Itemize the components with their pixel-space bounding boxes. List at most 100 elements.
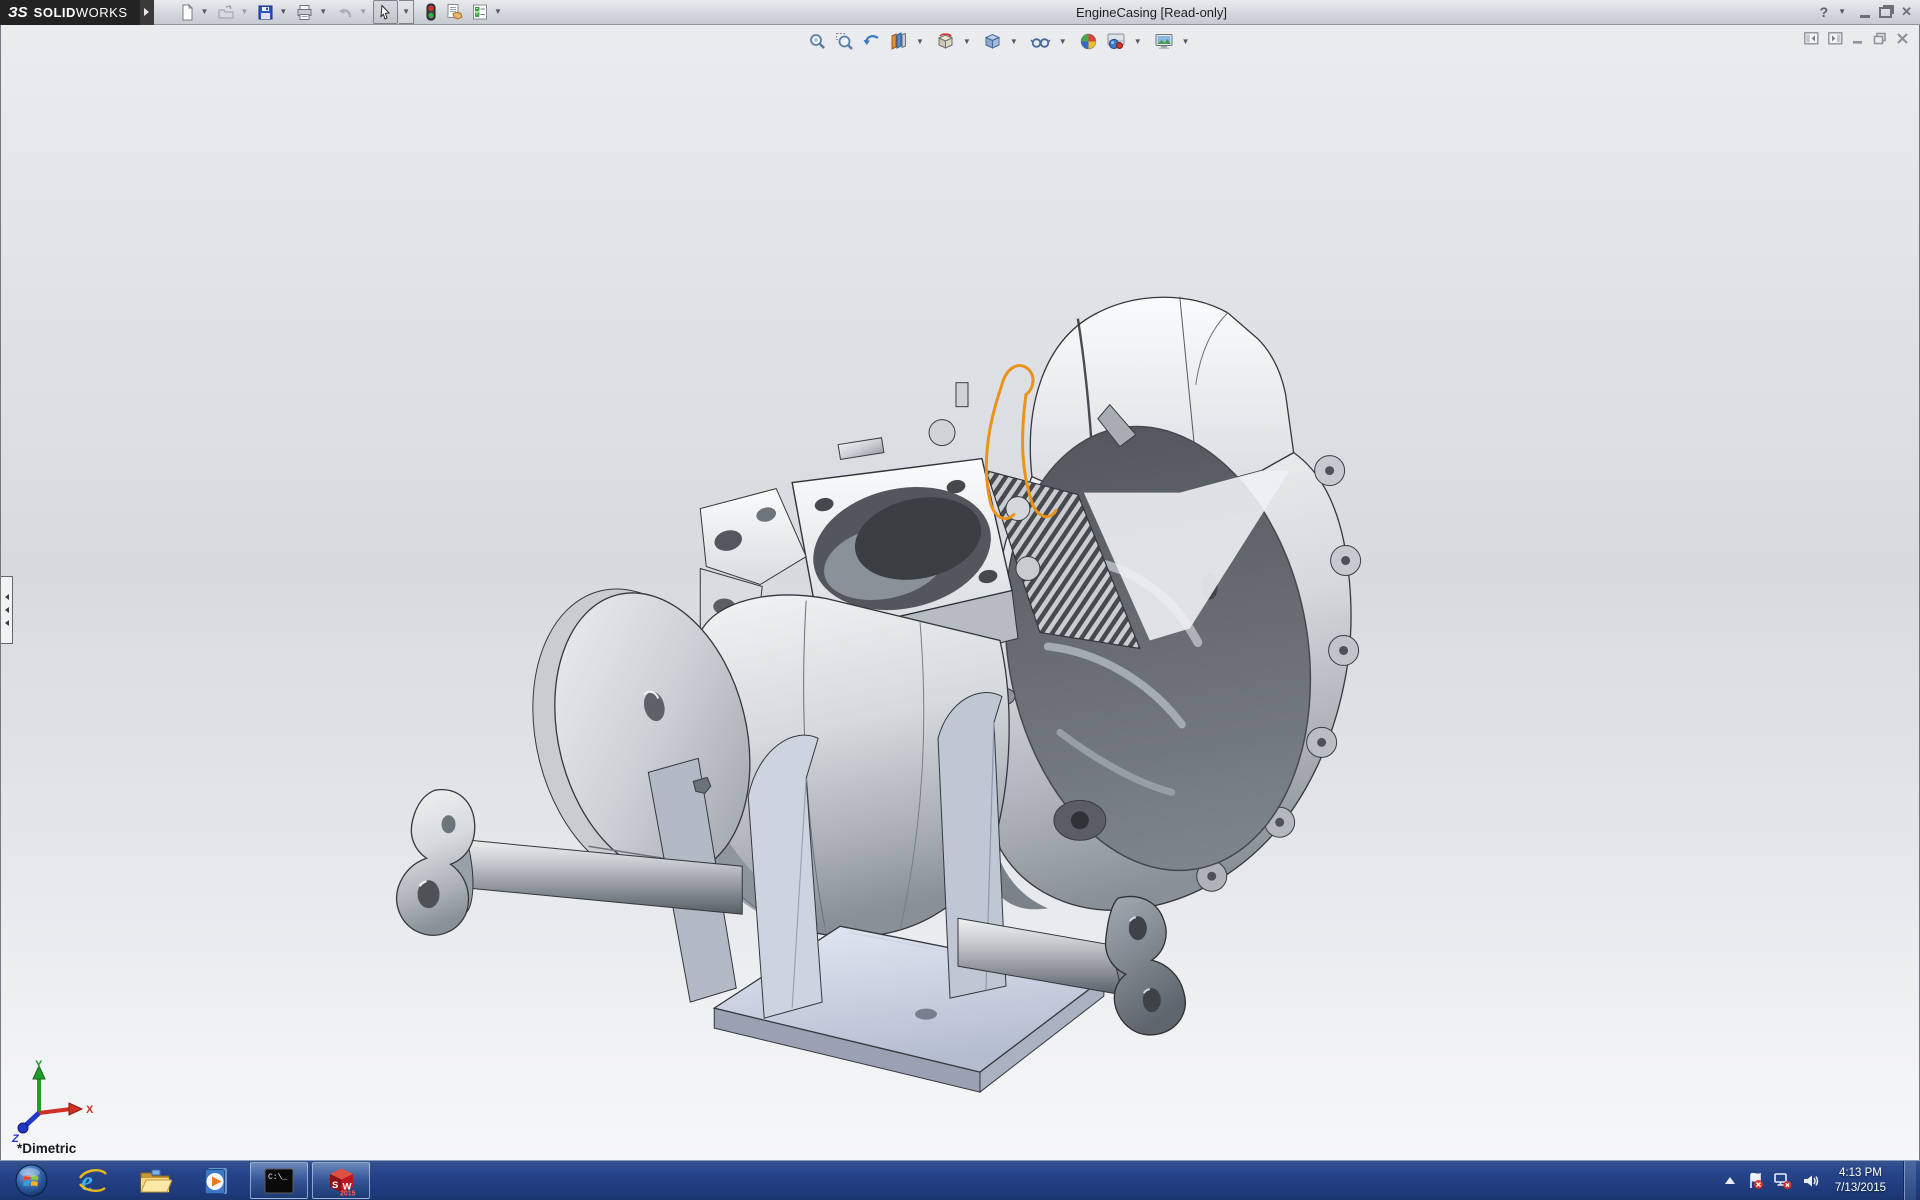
options-checklist-icon (471, 3, 489, 21)
show-desktop-button[interactable] (1903, 1161, 1916, 1200)
engine-casing-model[interactable] (1, 25, 1919, 1161)
options-dropdown[interactable]: ▼ (494, 8, 502, 16)
menu-expand-arrow[interactable] (140, 0, 154, 25)
file-properties-button[interactable] (442, 1, 467, 23)
document-window-controls (1804, 32, 1909, 45)
orientation-triad[interactable]: Y X Z (9, 1059, 104, 1151)
restore-document-button[interactable] (1873, 32, 1887, 45)
minimize-button[interactable] (1860, 15, 1870, 18)
start-button[interactable] (0, 1161, 62, 1200)
display-style-dropdown[interactable]: ▼ (1010, 38, 1018, 46)
edit-appearance-button[interactable] (1078, 31, 1099, 52)
folder-icon (138, 1166, 172, 1196)
view-settings-icon (1154, 32, 1174, 51)
print-dropdown[interactable]: ▼ (319, 8, 327, 16)
select-dropdown[interactable]: ▼ (399, 0, 414, 24)
triad-y-label: Y (35, 1059, 43, 1071)
open-folder-icon (217, 4, 235, 21)
new-document-icon (179, 4, 196, 21)
command-prompt-icon: C:\_ (264, 1168, 294, 1194)
section-view-dropdown[interactable]: ▼ (916, 38, 924, 46)
brand-text-light: WORKS (76, 5, 128, 20)
taskbar-windows-explorer[interactable] (124, 1161, 186, 1200)
windows-start-orb (15, 1164, 48, 1197)
previous-view-icon (862, 32, 881, 51)
file-properties-icon (445, 3, 464, 21)
open-dropdown[interactable]: ▼ (240, 8, 248, 16)
dassault-logo-mark: ЗS (8, 4, 28, 21)
hide-show-dropdown[interactable]: ▼ (1059, 38, 1067, 46)
solidworks-logo: ЗS SOLIDWORKS (0, 0, 140, 25)
print-button[interactable] (293, 1, 317, 23)
taskbar-solidworks-2015[interactable]: S W 2015 (312, 1162, 370, 1199)
undo-arrow-icon (336, 4, 354, 21)
media-player-icon (201, 1165, 233, 1197)
apply-scene-button[interactable] (1105, 31, 1127, 52)
taskbar: e C:\_ S W 2015 (0, 1160, 1920, 1200)
new-dropdown[interactable]: ▼ (201, 8, 209, 16)
save-floppy-icon (257, 4, 274, 21)
options-button[interactable] (468, 1, 492, 23)
close-button[interactable]: ✕ (1901, 4, 1912, 20)
section-view-icon (889, 32, 908, 51)
print-icon (296, 4, 314, 21)
apply-scene-dropdown[interactable]: ▼ (1134, 38, 1142, 46)
svg-text:S: S (332, 1180, 338, 1191)
taskbar-internet-explorer[interactable]: e (62, 1161, 124, 1200)
graphics-viewport[interactable]: ▼ ▼ ▼ ▼ ▼ ▼ Y X Z *Dimetric (0, 25, 1920, 1161)
window-controls: ? ▼ ✕ (1820, 0, 1912, 24)
restore-button[interactable] (1879, 7, 1892, 18)
previous-view-button[interactable] (861, 31, 882, 52)
zoom-to-fit-button[interactable] (807, 31, 828, 52)
select-cursor-icon (377, 4, 394, 21)
save-button[interactable] (254, 1, 277, 23)
help-button[interactable]: ? (1820, 4, 1829, 20)
svg-text:C:\_: C:\_ (268, 1173, 287, 1182)
view-settings-dropdown[interactable]: ▼ (1182, 38, 1190, 46)
appearance-ball-icon (1079, 32, 1098, 51)
view-orientation-dropdown[interactable]: ▼ (963, 38, 971, 46)
feature-pane-collapsed-tab[interactable] (1, 576, 13, 644)
network-status-icon[interactable] (1773, 1172, 1793, 1190)
left-pane-toggle[interactable] (1804, 32, 1819, 45)
system-tray: 4:13 PM 7/13/2015 (1723, 1161, 1920, 1200)
section-view-button[interactable] (888, 31, 909, 52)
document-title: EngineCasing [Read-only] (1076, 5, 1227, 20)
view-orientation-icon (936, 32, 955, 51)
display-style-button[interactable] (982, 31, 1003, 52)
eyeglasses-icon (1030, 32, 1051, 51)
view-settings-button[interactable] (1153, 31, 1175, 52)
taskbar-clock[interactable]: 4:13 PM 7/13/2015 (1835, 1166, 1886, 1196)
volume-icon[interactable] (1802, 1172, 1820, 1190)
rebuild-traffic-light-icon (424, 3, 438, 21)
clutch-housing[interactable] (971, 402, 1360, 910)
new-button[interactable] (176, 1, 199, 23)
quick-access-toolbar: ▼ ▼ ▼ ▼ ▼ ▼ ▼ (176, 0, 507, 24)
undo-button[interactable] (333, 1, 357, 23)
solidworks-2015-icon: S W 2015 (326, 1165, 357, 1196)
svg-text:2015: 2015 (340, 1191, 356, 1197)
help-dropdown[interactable]: ▼ (1838, 8, 1846, 16)
zoom-fit-icon (808, 32, 827, 51)
left-arrow-icon (5, 594, 9, 600)
right-pane-toggle[interactable] (1828, 32, 1843, 45)
clock-date: 7/13/2015 (1835, 1181, 1886, 1196)
triad-x-label: X (86, 1104, 94, 1116)
display-style-icon (983, 32, 1002, 51)
view-orientation-button[interactable] (935, 31, 956, 52)
taskbar-command-prompt[interactable]: C:\_ (250, 1162, 308, 1199)
undo-dropdown[interactable]: ▼ (359, 8, 367, 16)
close-document-button[interactable] (1896, 32, 1909, 45)
hide-show-items-button[interactable] (1029, 31, 1052, 52)
apply-scene-icon (1106, 32, 1126, 51)
select-tool-button[interactable] (373, 0, 398, 24)
minimize-document-button[interactable] (1852, 32, 1864, 45)
zoom-to-area-button[interactable] (834, 31, 855, 52)
internet-explorer-icon: e (77, 1165, 109, 1197)
show-hidden-icons-button[interactable] (1723, 1175, 1737, 1187)
open-button[interactable] (214, 1, 238, 23)
save-dropdown[interactable]: ▼ (279, 8, 287, 16)
rebuild-button[interactable] (421, 1, 441, 23)
action-center-icon[interactable] (1746, 1172, 1764, 1190)
taskbar-media-player[interactable] (186, 1161, 248, 1200)
